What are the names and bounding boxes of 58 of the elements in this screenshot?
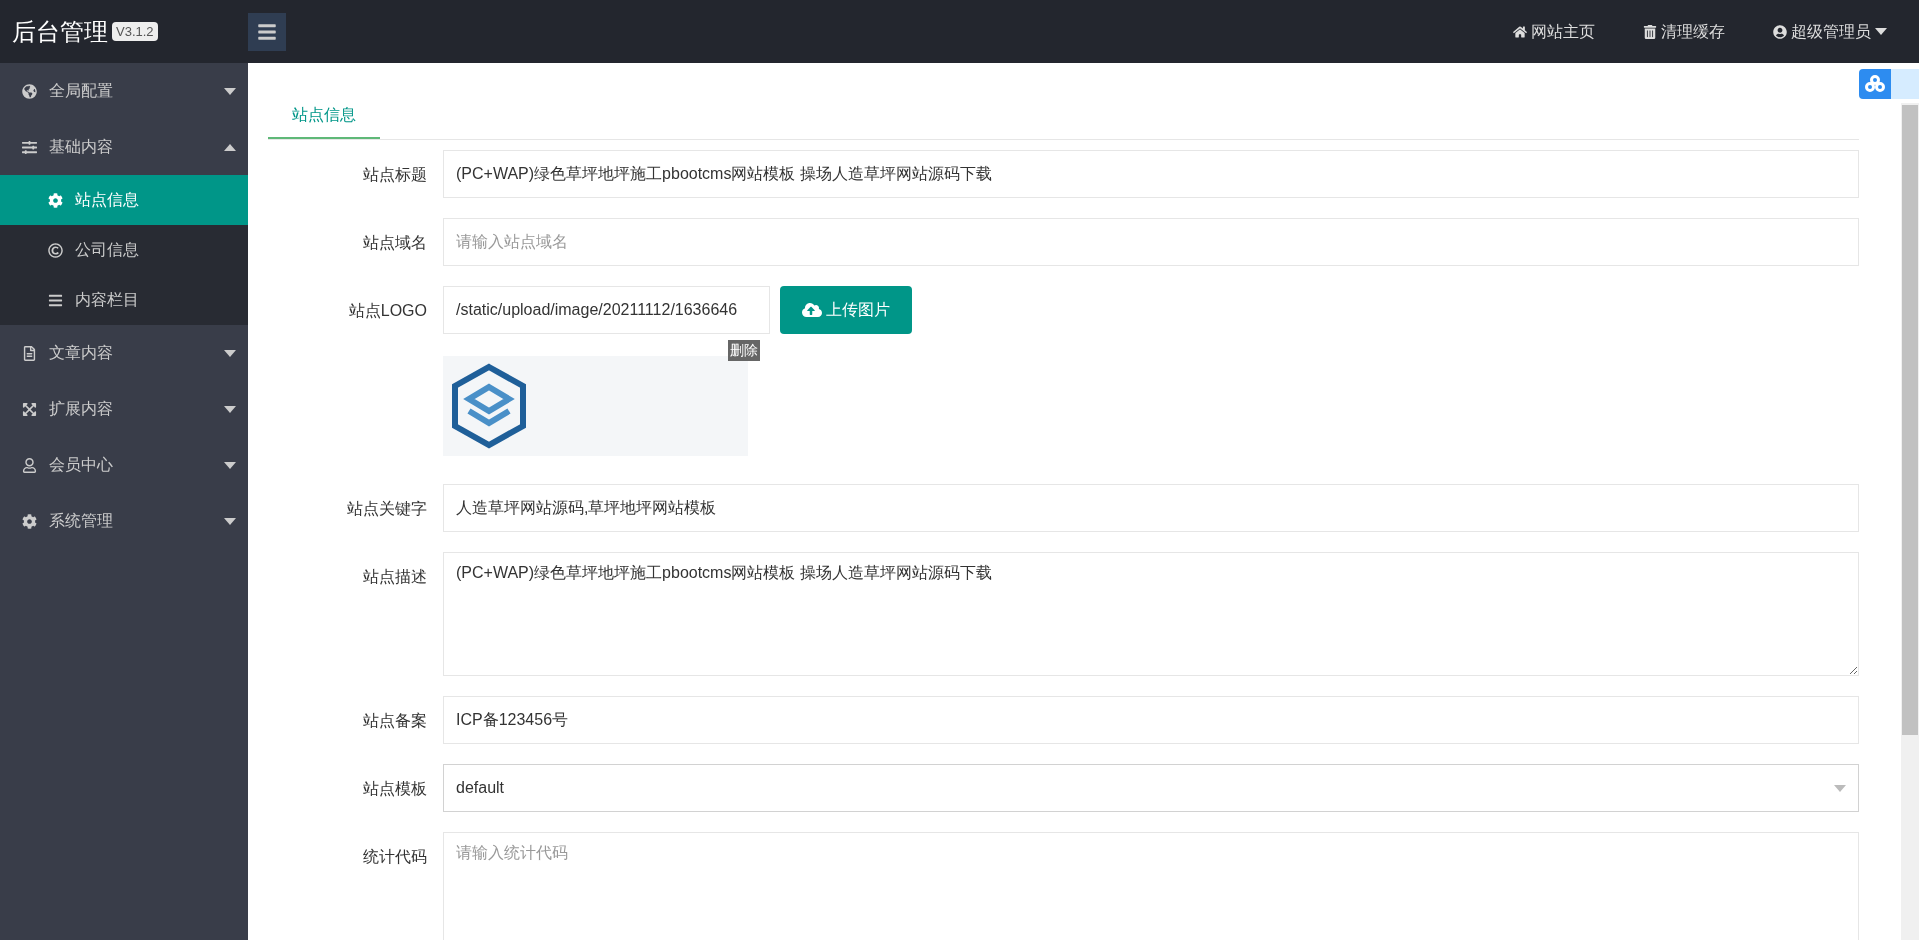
sidebar-subitem[interactable]: 站点信息 — [0, 175, 248, 225]
cloud-icon — [1865, 75, 1885, 93]
cloud-upload-icon — [802, 300, 822, 320]
field-label: 站点模板 — [362, 779, 428, 799]
sidebar-item[interactable]: 会员中心 — [0, 437, 248, 493]
gear-icon — [48, 192, 63, 208]
sidebar-item[interactable]: 基础内容 — [0, 119, 248, 175]
user-icon — [22, 457, 37, 473]
upload-button[interactable]: 上传图片 — [780, 286, 912, 334]
caret-icon — [224, 405, 236, 413]
sidebar-item[interactable]: 全局配置 — [0, 63, 248, 119]
text-field[interactable]: ICP备123456号 — [443, 696, 1859, 744]
copyright-icon — [48, 242, 63, 258]
text-field[interactable]: (PC+WAP)绿色草坪地坪施工pbootcms网站模板 操场人造草坪网站源码下载 — [443, 150, 1859, 198]
sliders-icon — [22, 139, 37, 155]
tab[interactable]: 站点信息 — [268, 93, 380, 139]
trash-icon — [1643, 24, 1657, 39]
text-field[interactable]: /static/upload/image/20211112/1636646 — [443, 286, 770, 334]
select-field[interactable]: default — [443, 764, 1859, 812]
delete-button[interactable]: 删除 — [728, 340, 760, 361]
gear-icon — [22, 513, 37, 529]
home-icon — [1513, 24, 1527, 39]
app-title: 后台管理 — [12, 16, 108, 47]
sidebar-item[interactable]: 文章内容 — [0, 325, 248, 381]
sidebar-subitem[interactable]: 内容栏目 — [0, 275, 248, 325]
header-link[interactable]: 清理缓存 — [1643, 19, 1725, 44]
text-area[interactable]: 请输入统计代码 — [443, 832, 1859, 940]
version-label: V3.1.2 — [112, 21, 158, 42]
text-field[interactable]: 请输入站点域名 — [443, 218, 1859, 266]
user-icon — [1773, 24, 1787, 39]
sidebar-item[interactable]: 扩展内容 — [0, 381, 248, 437]
caret-icon — [1834, 784, 1846, 792]
field-label: 站点LOGO — [347, 301, 428, 321]
field-label: 站点标题 — [362, 165, 428, 185]
field-label: 站点描述 — [362, 567, 428, 587]
text-field[interactable]: 人造草坪网站源码,草坪地坪网站模板 — [443, 484, 1859, 532]
field-label: 站点备案 — [362, 711, 428, 731]
caret-icon — [1875, 28, 1887, 35]
caret-icon — [224, 143, 236, 151]
field-label: 站点关键字 — [346, 499, 428, 519]
text-area[interactable]: (PC+WAP)绿色草坪地坪施工pbootcms网站模板 操场人造草坪网站源码下载 — [443, 552, 1859, 676]
expand-icon — [22, 401, 37, 417]
menu-toggle-button[interactable] — [248, 12, 286, 51]
file-icon — [22, 345, 37, 361]
caret-icon — [224, 517, 236, 525]
field-label: 站点域名 — [362, 233, 428, 253]
list-icon — [48, 292, 63, 308]
field-label: 统计代码 — [362, 847, 428, 867]
menu-icon — [257, 21, 277, 42]
caret-icon — [224, 349, 236, 357]
sidebar-subitem[interactable]: 公司信息 — [0, 225, 248, 275]
header-link[interactable]: 超级管理员 — [1773, 19, 1887, 44]
globe-icon — [22, 83, 37, 99]
header-link[interactable]: 网站主页 — [1513, 19, 1595, 44]
caret-icon — [224, 461, 236, 469]
caret-icon — [224, 87, 236, 95]
floating-widget[interactable] — [1859, 69, 1919, 99]
sidebar-item[interactable]: 系统管理 — [0, 493, 248, 549]
